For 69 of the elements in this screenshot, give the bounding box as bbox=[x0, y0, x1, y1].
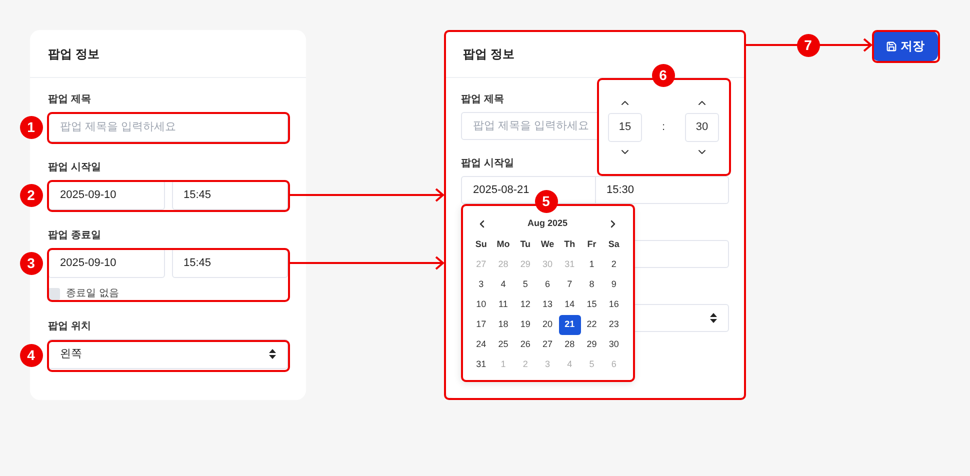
calendar-day[interactable]: 20 bbox=[536, 315, 559, 335]
calendar-day[interactable]: 9 bbox=[602, 275, 625, 295]
calendar-day[interactable]: 3 bbox=[470, 275, 492, 295]
calendar-day[interactable]: 25 bbox=[492, 335, 514, 355]
month-title: Aug 2025 bbox=[527, 217, 568, 230]
position-select[interactable]: 왼쪽 bbox=[48, 339, 288, 369]
checkbox[interactable] bbox=[48, 288, 60, 300]
calendar-day[interactable]: 28 bbox=[558, 335, 581, 355]
calendar-day[interactable]: 1 bbox=[580, 255, 603, 275]
date-field[interactable]: 2025-09-10 bbox=[48, 180, 164, 210]
weekday-label: Fr bbox=[586, 238, 598, 252]
save-button[interactable]: 저장 bbox=[872, 31, 938, 61]
calendar-day[interactable]: 29 bbox=[580, 335, 603, 355]
calendar-day[interactable]: 2 bbox=[602, 255, 625, 275]
calendar-day[interactable]: 13 bbox=[536, 295, 559, 315]
calendar-day[interactable]: 19 bbox=[514, 315, 536, 335]
date-field[interactable]: 2025-09-10 bbox=[48, 248, 164, 278]
weekday-label: Th bbox=[563, 238, 576, 252]
calendar-day[interactable]: 5 bbox=[514, 275, 536, 295]
calendar-day[interactable]: 17 bbox=[470, 315, 492, 335]
save-icon bbox=[886, 40, 896, 52]
calendar-day[interactable]: 16 bbox=[602, 295, 625, 315]
calendar-day[interactable]: 11 bbox=[492, 295, 514, 315]
time-separator: : bbox=[662, 120, 666, 135]
weekday-label: Mo bbox=[496, 238, 511, 252]
calendar-day[interactable]: 4 bbox=[492, 275, 514, 295]
field-label: 팝업 위치 bbox=[48, 320, 91, 334]
sort-icon bbox=[269, 349, 276, 359]
field-label: 팝업 시작일 bbox=[461, 157, 514, 171]
calendar-day[interactable]: 6 bbox=[536, 275, 559, 295]
card-title: 팝업 정보 bbox=[463, 46, 514, 62]
field-label: 팝업 제목 bbox=[461, 93, 504, 107]
time-field[interactable]: 15:30 bbox=[596, 176, 729, 204]
field-label: 팝업 제목 bbox=[48, 93, 91, 107]
calendar-day[interactable]: 27 bbox=[536, 335, 559, 355]
calendar-day[interactable]: 12 bbox=[514, 295, 536, 315]
calendar-day[interactable]: 24 bbox=[470, 335, 492, 355]
calendar-day[interactable]: 15 bbox=[580, 295, 603, 315]
sort-icon bbox=[710, 313, 717, 323]
checkbox-label: 종료일 없음 bbox=[66, 287, 119, 301]
weekday-label: We bbox=[540, 238, 556, 252]
hour-field[interactable]: 15 bbox=[608, 112, 642, 142]
time-field[interactable]: 15:45 bbox=[172, 180, 288, 210]
calendar-day[interactable]: 7 bbox=[558, 275, 581, 295]
calendar-day[interactable]: 22 bbox=[580, 315, 603, 335]
weekday-label: Tu bbox=[519, 238, 532, 252]
step-badge: 4 bbox=[20, 344, 42, 366]
step-badge: 1 bbox=[20, 116, 42, 138]
time-field[interactable]: 15:45 bbox=[172, 248, 288, 278]
calendar-day[interactable]: 30 bbox=[602, 335, 625, 355]
highlight-frame bbox=[872, 30, 940, 63]
field-label: 팝업 종료일 bbox=[48, 229, 101, 243]
calendar-day[interactable]: 23 bbox=[602, 315, 625, 335]
step-badge: 7 bbox=[796, 34, 820, 56]
step-badge: 3 bbox=[20, 252, 42, 274]
calendar-day[interactable]: 8 bbox=[580, 275, 603, 295]
weekday-label: Sa bbox=[607, 238, 620, 252]
calendar-day[interactable]: 31 bbox=[470, 355, 492, 375]
calendar-day[interactable]: 14 bbox=[558, 295, 581, 315]
title-input[interactable]: 팝업 제목을 입력하세요 bbox=[48, 112, 288, 142]
calendar-day[interactable]: 18 bbox=[492, 315, 514, 335]
calendar-day[interactable]: 21 bbox=[558, 315, 581, 335]
weekday-label: Su bbox=[474, 238, 488, 252]
minute-field[interactable]: 30 bbox=[685, 112, 720, 142]
step-badge: 2 bbox=[20, 184, 42, 206]
card-title: 팝업 정보 bbox=[48, 46, 100, 62]
calendar-day[interactable]: 26 bbox=[514, 335, 536, 355]
field-label: 팝업 시작일 bbox=[48, 161, 101, 175]
calendar-day[interactable]: 10 bbox=[470, 295, 492, 315]
